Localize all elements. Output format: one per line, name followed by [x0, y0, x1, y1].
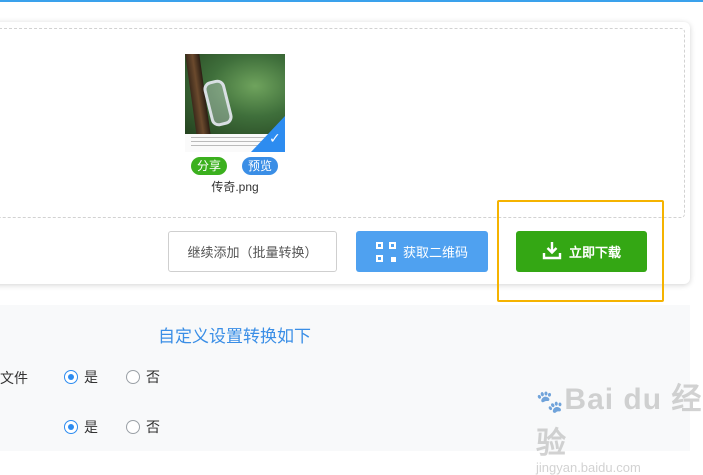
radio-yes-checked[interactable] — [64, 370, 78, 384]
file-thumbnail[interactable]: ✓ — [185, 54, 285, 152]
baidu-jingyan-watermark: 🐾Bai du 经验 jingyan.baidu.com — [536, 374, 703, 475]
share-button[interactable]: 分享 — [191, 157, 228, 175]
radio-no[interactable] — [126, 420, 140, 434]
continue-add-label: 继续添加（批量转换） — [187, 245, 318, 260]
option-no[interactable]: 否 — [126, 367, 160, 387]
option-no[interactable]: 否 — [126, 417, 160, 437]
preview-button[interactable]: 预览 — [242, 157, 279, 175]
option-yes[interactable]: 是 — [64, 367, 98, 387]
watermark-sub: jingyan.baidu.com — [536, 460, 641, 475]
setting-row-2-options: 是 否 — [64, 417, 188, 437]
option-yes-label: 是 — [84, 419, 98, 435]
file-name: 传奇.png — [211, 180, 259, 194]
setting-row-1-label: 文件 — [0, 370, 28, 386]
radio-no[interactable] — [126, 370, 140, 384]
highlight-box — [497, 200, 664, 302]
option-no-label: 否 — [146, 419, 160, 435]
get-qrcode-label: 获取二维码 — [402, 245, 468, 260]
paw-icon: 🐾 — [536, 389, 565, 414]
settings-title: 自定义设置转换如下 — [158, 327, 311, 346]
top-accent-line — [0, 0, 703, 2]
option-no-label: 否 — [146, 369, 160, 385]
file-dropzone[interactable] — [0, 28, 685, 218]
continue-add-button[interactable]: 继续添加（批量转换） — [168, 231, 337, 272]
option-yes-label: 是 — [84, 369, 98, 385]
setting-row-1-options: 是 否 — [64, 367, 188, 387]
qrcode-icon — [375, 241, 396, 262]
checkmark-icon: ✓ — [269, 130, 281, 146]
option-yes[interactable]: 是 — [64, 417, 98, 437]
radio-yes-checked[interactable] — [64, 420, 78, 434]
get-qrcode-button[interactable]: 获取二维码 — [356, 231, 488, 272]
